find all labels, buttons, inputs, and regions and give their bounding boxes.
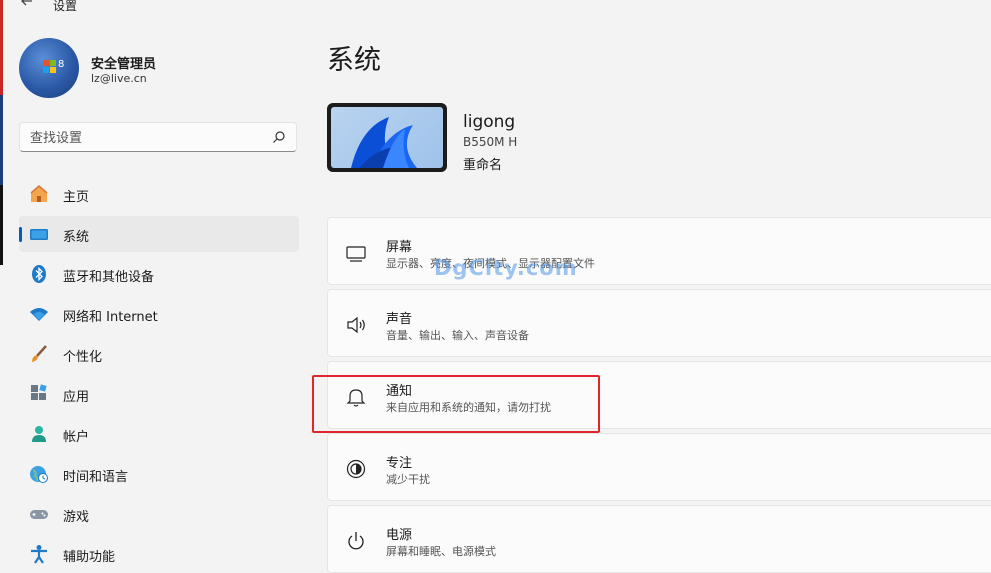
sidebar-item-gaming[interactable]: 游戏 xyxy=(19,496,299,532)
sidebar-item-label: 主页 xyxy=(63,190,90,205)
sidebar-item-accounts[interactable]: 帐户 xyxy=(19,416,299,452)
globe-clock-icon xyxy=(30,466,48,483)
rename-link[interactable]: 重命名 xyxy=(463,154,502,173)
home-icon xyxy=(30,185,48,202)
focus-icon xyxy=(346,459,366,479)
accessibility-icon xyxy=(31,545,47,564)
monitor-icon xyxy=(346,246,366,262)
sidebar-item-system[interactable]: 系统 xyxy=(19,216,299,252)
svg-text:8: 8 xyxy=(58,59,64,70)
card-sound[interactable]: 声音 音量、输出、输入、声音设备 xyxy=(327,289,991,357)
background-window-edge xyxy=(0,185,3,265)
system-display-icon xyxy=(30,229,48,240)
search-box[interactable] xyxy=(19,122,297,152)
search-icon[interactable] xyxy=(272,130,286,144)
wifi-icon xyxy=(30,308,48,321)
watermark: DgCity.com xyxy=(434,256,578,280)
device-name: ligong xyxy=(463,112,516,132)
sidebar-item-label: 辅助功能 xyxy=(63,550,116,565)
card-title: 声音 xyxy=(386,312,413,327)
power-icon xyxy=(348,532,364,550)
back-button[interactable] xyxy=(16,0,38,12)
sidebar-item-apps[interactable]: 应用 xyxy=(19,376,299,412)
search-input[interactable] xyxy=(30,129,270,147)
card-subtitle: 音量、输出、输入、声音设备 xyxy=(386,329,529,342)
sidebar-item-label: 游戏 xyxy=(63,510,90,525)
wallpaper-image xyxy=(331,107,443,168)
device-thumbnail xyxy=(327,103,447,172)
sidebar-item-label: 时间和语言 xyxy=(63,470,129,485)
sidebar-item-personalization[interactable]: 个性化 xyxy=(19,336,299,372)
windows-logo-icon: 8 xyxy=(43,59,64,73)
highlight-annotation xyxy=(312,375,600,433)
sidebar-item-network[interactable]: 网络和 Internet xyxy=(19,296,299,332)
background-window-edge xyxy=(0,0,3,95)
card-focus[interactable]: 专注 减少干扰 xyxy=(327,433,991,501)
app-title: 设置 xyxy=(53,0,78,13)
speaker-icon xyxy=(347,316,365,334)
sidebar-item-label: 系统 xyxy=(63,230,90,245)
account-icon xyxy=(32,426,46,442)
device-model: B550M H xyxy=(463,135,518,149)
sidebar-item-bluetooth[interactable]: 蓝牙和其他设备 xyxy=(19,256,299,292)
sidebar-item-label: 应用 xyxy=(63,390,90,405)
back-arrow-icon xyxy=(21,0,32,6)
card-power[interactable]: 电源 屏幕和睡眠、电源模式 xyxy=(327,505,991,573)
bloom-wallpaper-icon xyxy=(351,117,417,168)
background-window-edge xyxy=(0,95,3,185)
sidebar-item-time-language[interactable]: 时间和语言 xyxy=(19,456,299,492)
card-title: 电源 xyxy=(386,528,413,543)
gamepad-icon xyxy=(30,510,48,519)
sidebar-item-label: 个性化 xyxy=(63,350,103,365)
sidebar-item-accessibility[interactable]: 辅助功能 xyxy=(19,536,299,572)
card-title: 专注 xyxy=(386,456,413,471)
title-bar: 设置 xyxy=(0,0,991,14)
card-subtitle: 减少干扰 xyxy=(386,473,430,486)
card-subtitle: 屏幕和睡眠、电源模式 xyxy=(386,545,496,558)
page-title: 系统 xyxy=(327,45,381,76)
card-title: 屏幕 xyxy=(386,240,413,255)
sidebar-item-home[interactable]: 主页 xyxy=(19,176,299,212)
card-display[interactable]: 屏幕 显示器、亮度、夜间模式、显示器配置文件 xyxy=(327,217,991,285)
sidebar-item-label: 蓝牙和其他设备 xyxy=(63,270,155,285)
avatar[interactable]: 8 xyxy=(19,38,79,98)
user-email: lz@live.cn xyxy=(91,72,147,85)
sidebar-item-label: 网络和 Internet xyxy=(63,310,158,325)
apps-icon xyxy=(31,384,47,400)
sidebar-item-label: 帐户 xyxy=(63,430,90,445)
active-indicator xyxy=(19,227,22,242)
bluetooth-icon xyxy=(32,265,46,283)
user-name: 安全管理员 xyxy=(91,57,157,72)
brush-icon xyxy=(32,345,47,362)
